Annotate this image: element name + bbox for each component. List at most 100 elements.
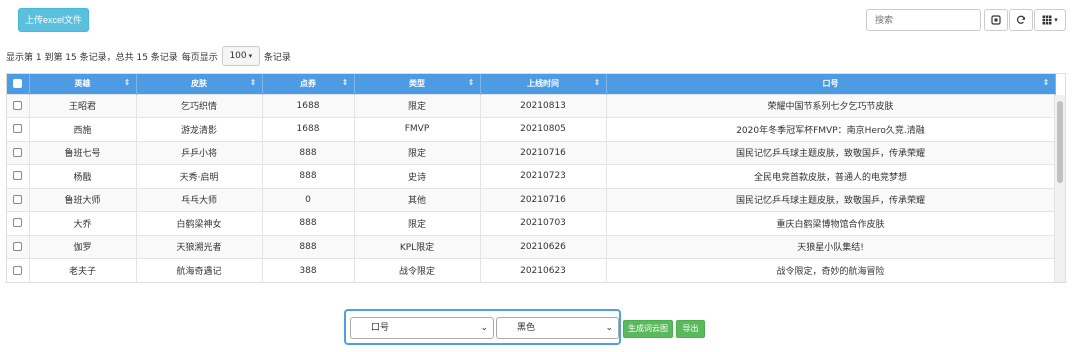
table-cell: 国民记忆乒乓球主题皮肤，致敬国乒，传承荣耀 xyxy=(606,187,1056,212)
table-cell: 杨戬 xyxy=(29,164,137,188)
select-all-cell[interactable] xyxy=(7,74,30,94)
column-header[interactable]: 英雄 ⇕ xyxy=(29,74,137,94)
table-row[interactable]: 大乔 白鹤梁神女 888 限定 20210703 重庆白鹤梁博物馆合作皮肤 xyxy=(7,211,1056,235)
table-cell: 888 xyxy=(262,211,355,235)
table-cell: 20210716 xyxy=(480,140,607,165)
table-cell: 20210716 xyxy=(480,187,607,212)
columns-button[interactable]: ▾ xyxy=(1034,9,1066,31)
table-row[interactable]: 鲁班大师 乓乓大师 0 其他 20210716 国民记忆乒乓球主题皮肤，致敬国乒… xyxy=(7,187,1056,212)
search-input[interactable] xyxy=(866,9,981,31)
table-cell: 航海奇遇记 xyxy=(136,258,263,282)
column-header[interactable]: 口号 ⇕ xyxy=(606,74,1056,94)
row-select-cell[interactable] xyxy=(7,258,30,282)
scrollbar-thumb[interactable] xyxy=(1057,101,1063,183)
table-cell: 史诗 xyxy=(354,164,481,188)
upload-excel-button[interactable]: 上传excel文件 xyxy=(18,8,89,32)
table-cell: 荣耀中国节系列七夕乞巧节皮肤 xyxy=(606,93,1056,118)
color-select[interactable]: 黑色 ⌄ xyxy=(496,317,619,339)
table-scrollbar[interactable] xyxy=(1054,95,1065,282)
table-row[interactable]: 伽罗 天狼溯光者 888 KPL限定 20210626 天狼星小队集结! xyxy=(7,234,1056,259)
table-cell: 888 xyxy=(262,234,355,259)
row-checkbox[interactable] xyxy=(13,147,23,157)
sort-icon: ⇕ xyxy=(249,78,257,87)
row-select-cell[interactable] xyxy=(7,187,30,212)
generate-wordcloud-button[interactable]: 生成词云图 xyxy=(623,320,673,338)
column-header-label: 点券 xyxy=(300,79,316,89)
field-select[interactable]: 口号 ⌄ xyxy=(350,317,494,339)
column-header[interactable]: 皮肤 ⇕ xyxy=(136,74,263,94)
row-select-cell[interactable] xyxy=(7,93,30,118)
sort-icon: ⇕ xyxy=(341,78,349,87)
table-cell: 20210626 xyxy=(480,234,607,259)
table-cell: 天狼星小队集结! xyxy=(606,234,1056,259)
table-row[interactable]: 老夫子 航海奇遇记 388 战令限定 20210623 战令限定，奇妙的航海冒险 xyxy=(7,258,1056,282)
table-cell: 其他 xyxy=(354,187,481,212)
refresh-button[interactable] xyxy=(1009,9,1033,31)
row-checkbox[interactable] xyxy=(13,100,23,110)
table-row[interactable]: 鲁班七号 乒乒小将 888 限定 20210716 国民记忆乒乓球主题皮肤，致敬… xyxy=(7,140,1056,165)
table-header-row: 英雄 ⇕ 皮肤 ⇕ 点券 ⇕ 类型 ⇕ 上线时间 ⇕ 口号 ⇕ xyxy=(7,74,1056,94)
row-checkbox[interactable] xyxy=(13,171,23,181)
pagination-info: 显示第 1 到第 15 条记录，总共 15 条记录 每页显示 100 ▾ 条记录 xyxy=(6,46,291,66)
row-select-cell[interactable] xyxy=(7,140,30,165)
table-row[interactable]: 杨戬 天秀·启明 888 史诗 20210723 全民电竞首款皮肤，普通人的电竞… xyxy=(7,164,1056,188)
column-header-label: 上线时间 xyxy=(527,79,559,89)
columns-icon xyxy=(1042,15,1052,25)
row-checkbox[interactable] xyxy=(13,124,23,134)
table-row[interactable]: 西施 游龙清影 1688 FMVP 20210805 2020年冬季冠军杯FMV… xyxy=(7,117,1056,141)
table-cell: 限定 xyxy=(354,140,481,165)
table-cell: 战令限定 xyxy=(354,258,481,282)
table-cell: 战令限定，奇妙的航海冒险 xyxy=(606,258,1056,282)
column-header-label: 皮肤 xyxy=(191,79,207,89)
table-cell: 乞巧织情 xyxy=(136,93,263,118)
pagination-summary: 显示第 1 到第 15 条记录，总共 15 条记录 xyxy=(6,52,178,63)
wordcloud-controls-panel: 口号 ⌄ 黑色 ⌄ xyxy=(344,309,621,345)
sort-icon: ⇕ xyxy=(1042,78,1050,87)
table-cell: 20210813 xyxy=(480,93,607,118)
per-page-prefix: 每页显示 xyxy=(181,52,218,63)
color-select-value: 黑色 xyxy=(517,323,536,333)
table-cell: 伽罗 xyxy=(29,234,137,259)
table-row[interactable]: 王昭君 乞巧织情 1688 限定 20210813 荣耀中国节系列七夕乞巧节皮肤 xyxy=(7,93,1056,118)
row-checkbox[interactable] xyxy=(13,265,23,275)
column-header[interactable]: 类型 ⇕ xyxy=(354,74,481,94)
row-select-cell[interactable] xyxy=(7,211,30,235)
chevron-down-icon: ⌄ xyxy=(480,323,488,333)
column-header-label: 英雄 xyxy=(74,79,91,89)
table-cell: 游龙清影 xyxy=(136,117,263,141)
page-size-value: 100 xyxy=(229,51,247,61)
chevron-down-icon: ▾ xyxy=(248,52,253,60)
table-cell: 鲁班七号 xyxy=(29,140,137,165)
table-cell: 1688 xyxy=(262,93,355,118)
row-select-cell[interactable] xyxy=(7,117,30,141)
select-all-checkbox[interactable] xyxy=(13,79,23,89)
toggle-view-icon xyxy=(991,15,1001,25)
column-header[interactable]: 上线时间 ⇕ xyxy=(480,74,607,94)
row-checkbox[interactable] xyxy=(13,194,23,204)
table-cell: 西施 xyxy=(29,117,137,141)
table-cell: 重庆白鹤梁博物馆合作皮肤 xyxy=(606,211,1056,235)
row-checkbox[interactable] xyxy=(13,218,23,228)
table-cell: 388 xyxy=(262,258,355,282)
per-page-suffix: 条记录 xyxy=(263,52,291,63)
page-size-dropdown[interactable]: 100 ▾ xyxy=(221,46,260,66)
sort-icon: ⇕ xyxy=(467,78,475,87)
table-cell: 限定 xyxy=(354,211,481,235)
row-select-cell[interactable] xyxy=(7,234,30,259)
table-cell: 20210805 xyxy=(480,117,607,141)
sort-icon: ⇕ xyxy=(593,78,601,87)
sort-icon: ⇕ xyxy=(123,78,131,87)
table-cell: FMVP xyxy=(354,117,481,141)
row-checkbox[interactable] xyxy=(13,241,23,251)
table-cell: 20210703 xyxy=(480,211,607,235)
export-button[interactable]: 导出 xyxy=(676,320,705,338)
table-cell: 0 xyxy=(262,187,355,212)
table-cell: 20210623 xyxy=(480,258,607,282)
table-cell: 20210723 xyxy=(480,164,607,188)
table-cell: 大乔 xyxy=(29,211,137,235)
table-cell: 乓乓大师 xyxy=(136,187,263,212)
toggle-view-button[interactable] xyxy=(984,9,1008,31)
column-header[interactable]: 点券 ⇕ xyxy=(262,74,355,94)
field-select-value: 口号 xyxy=(371,323,390,333)
row-select-cell[interactable] xyxy=(7,164,30,188)
